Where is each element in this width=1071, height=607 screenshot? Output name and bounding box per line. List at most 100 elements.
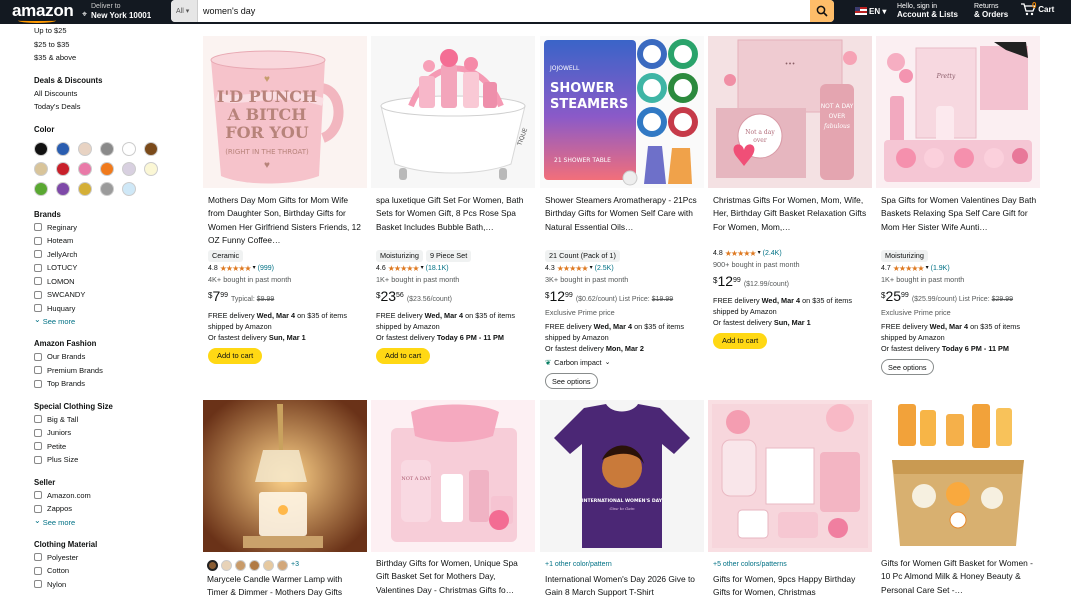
product-badge[interactable]: Moisturizing [376, 250, 423, 262]
color-swatch[interactable] [34, 181, 48, 196]
brand-filter[interactable]: Hoteam [34, 234, 184, 248]
price[interactable]: $12 99 ($12.99/count) [713, 274, 869, 292]
checkbox[interactable] [34, 566, 42, 575]
checkbox[interactable] [34, 250, 42, 259]
star-rating-icon[interactable]: ★★★★★ [725, 248, 757, 259]
color-swatch[interactable] [144, 141, 158, 156]
size-filter[interactable]: Petite [34, 440, 184, 454]
price[interactable]: $23 56 ($23.56/count) [376, 289, 532, 307]
brand-filter[interactable]: Reginary [34, 221, 184, 235]
amazon-logo[interactable]: amazon [12, 1, 74, 23]
brand-filter[interactable]: JellyArch [34, 248, 184, 262]
price[interactable]: $12 99 ($0.62/count) List Price: $19.99 [545, 289, 701, 307]
product-title[interactable]: spa luxetique Gift Set For Women, Bath S… [376, 194, 532, 247]
price-range-link[interactable]: $25 to $35 [34, 38, 184, 52]
review-count-link[interactable]: (2.5K) [595, 263, 614, 274]
color-swatch[interactable] [78, 161, 92, 176]
product-title[interactable]: Birthday Gifts for Women, Unique Spa Gif… [376, 557, 532, 597]
review-count-link[interactable]: (18.1K) [426, 263, 449, 274]
checkbox[interactable] [34, 580, 42, 589]
deal-filter-link[interactable]: Today's Deals [34, 100, 184, 114]
product-image[interactable]: INTERNATIONAL WOMEN'S DAY Give to Gain [540, 400, 704, 552]
price-range-link[interactable]: $35 & above [34, 51, 184, 65]
checkbox[interactable] [34, 428, 42, 437]
more-colors-link[interactable]: +5 other colors/patterns [713, 557, 869, 573]
product-badge[interactable]: 9 Piece Set [425, 250, 472, 262]
product-badge[interactable]: Ceramic [208, 250, 244, 262]
checkbox[interactable] [34, 366, 42, 375]
product-title[interactable]: Gifts for Women, 9pcs Happy Birthday Gif… [713, 573, 869, 600]
color-swatch[interactable] [34, 141, 48, 156]
star-rating-icon[interactable]: ★★★★★ [557, 263, 589, 274]
product-title[interactable]: Christmas Gifts For Women, Mom, Wife, He… [713, 194, 869, 247]
color-swatch[interactable] [221, 559, 232, 571]
review-count-link[interactable]: (999) [258, 263, 274, 274]
color-swatch[interactable] [56, 161, 70, 176]
checkbox[interactable] [34, 304, 42, 313]
more-colors-link[interactable]: +1 other color/pattern [545, 557, 701, 573]
checkbox[interactable] [34, 352, 42, 361]
seller-filter[interactable]: Amazon.com [34, 489, 184, 503]
color-swatch[interactable] [56, 141, 70, 156]
color-swatch[interactable] [34, 161, 48, 176]
size-filter[interactable]: Plus Size [34, 453, 184, 467]
see-options-button[interactable]: See options [545, 373, 598, 389]
color-swatch[interactable] [56, 181, 70, 196]
fashion-filter[interactable]: Our Brands [34, 350, 184, 364]
fashion-filter[interactable]: Top Brands [34, 377, 184, 391]
product-image[interactable] [708, 400, 872, 552]
carbon-impact[interactable]: ❦ Carbon impact ⌄ [545, 357, 701, 368]
add-to-cart-button[interactable]: Add to cart [713, 333, 768, 349]
material-filter[interactable]: Polyester [34, 551, 184, 565]
product-badge[interactable]: Moisturizing [881, 250, 928, 262]
color-swatch[interactable] [249, 559, 260, 571]
deal-filter-link[interactable]: All Discounts [34, 87, 184, 101]
checkbox[interactable] [34, 442, 42, 451]
cart-button[interactable]: 0 Cart [1020, 1, 1054, 16]
material-filter[interactable]: Nylon [34, 578, 184, 592]
search-input[interactable] [200, 0, 805, 22]
material-filter[interactable]: Cotton [34, 564, 184, 578]
color-swatch[interactable] [100, 181, 114, 196]
size-filter[interactable]: Juniors [34, 426, 184, 440]
brand-filter[interactable]: LOMON [34, 275, 184, 289]
product-title[interactable]: Gifts for Women Gift Basket for Women - … [881, 557, 1037, 597]
account-menu[interactable]: Hello, sign in Account & Lists [897, 3, 958, 20]
review-count-link[interactable]: (2.4K) [763, 248, 782, 259]
product-title[interactable]: Spa Gifts for Women Valentines Day Bath … [881, 194, 1037, 247]
color-swatch[interactable] [207, 559, 218, 571]
returns-orders[interactable]: Returns & Orders [974, 3, 1008, 20]
checkbox[interactable] [34, 491, 42, 500]
brand-filter[interactable]: LOTUCY [34, 261, 184, 275]
star-rating-icon[interactable]: ★★★★★ [893, 263, 925, 274]
checkbox[interactable] [34, 277, 42, 286]
checkbox[interactable] [34, 553, 42, 562]
product-title[interactable]: Shower Steamers Aromatherapy - 21Pcs Bir… [545, 194, 701, 247]
brand-filter[interactable]: SWCANDY [34, 288, 184, 302]
review-count-link[interactable]: (1.9K) [931, 263, 950, 274]
price[interactable]: $7 99 Typical: $9.99 [208, 289, 364, 307]
price-range-link[interactable]: Up to $25 [34, 24, 184, 38]
search-button[interactable] [810, 0, 834, 22]
color-swatch[interactable] [122, 181, 136, 196]
color-swatch[interactable] [100, 141, 114, 156]
product-badge[interactable]: 21 Count (Pack of 1) [545, 250, 620, 262]
checkbox[interactable] [34, 379, 42, 388]
brands-see-more-link[interactable]: See more [34, 315, 184, 328]
color-swatch[interactable] [122, 141, 136, 156]
add-to-cart-button[interactable]: Add to cart [376, 348, 431, 364]
product-title[interactable]: Mothers Day Mom Gifts for Mom Wife from … [208, 194, 364, 247]
fashion-filter[interactable]: Premium Brands [34, 364, 184, 378]
color-swatch[interactable] [100, 161, 114, 176]
product-image[interactable] [203, 400, 367, 552]
more-colors-link[interactable]: +3 [291, 559, 299, 571]
color-swatch[interactable] [263, 559, 274, 571]
checkbox[interactable] [34, 415, 42, 424]
brand-filter[interactable]: Huquary [34, 302, 184, 316]
checkbox[interactable] [34, 223, 42, 232]
color-swatch[interactable] [235, 559, 246, 571]
search-category-select[interactable]: All ▾ [171, 0, 198, 22]
star-rating-icon[interactable]: ★★★★★ [220, 263, 252, 274]
color-swatch[interactable] [277, 559, 288, 571]
size-filter[interactable]: Big & Tall [34, 413, 184, 427]
